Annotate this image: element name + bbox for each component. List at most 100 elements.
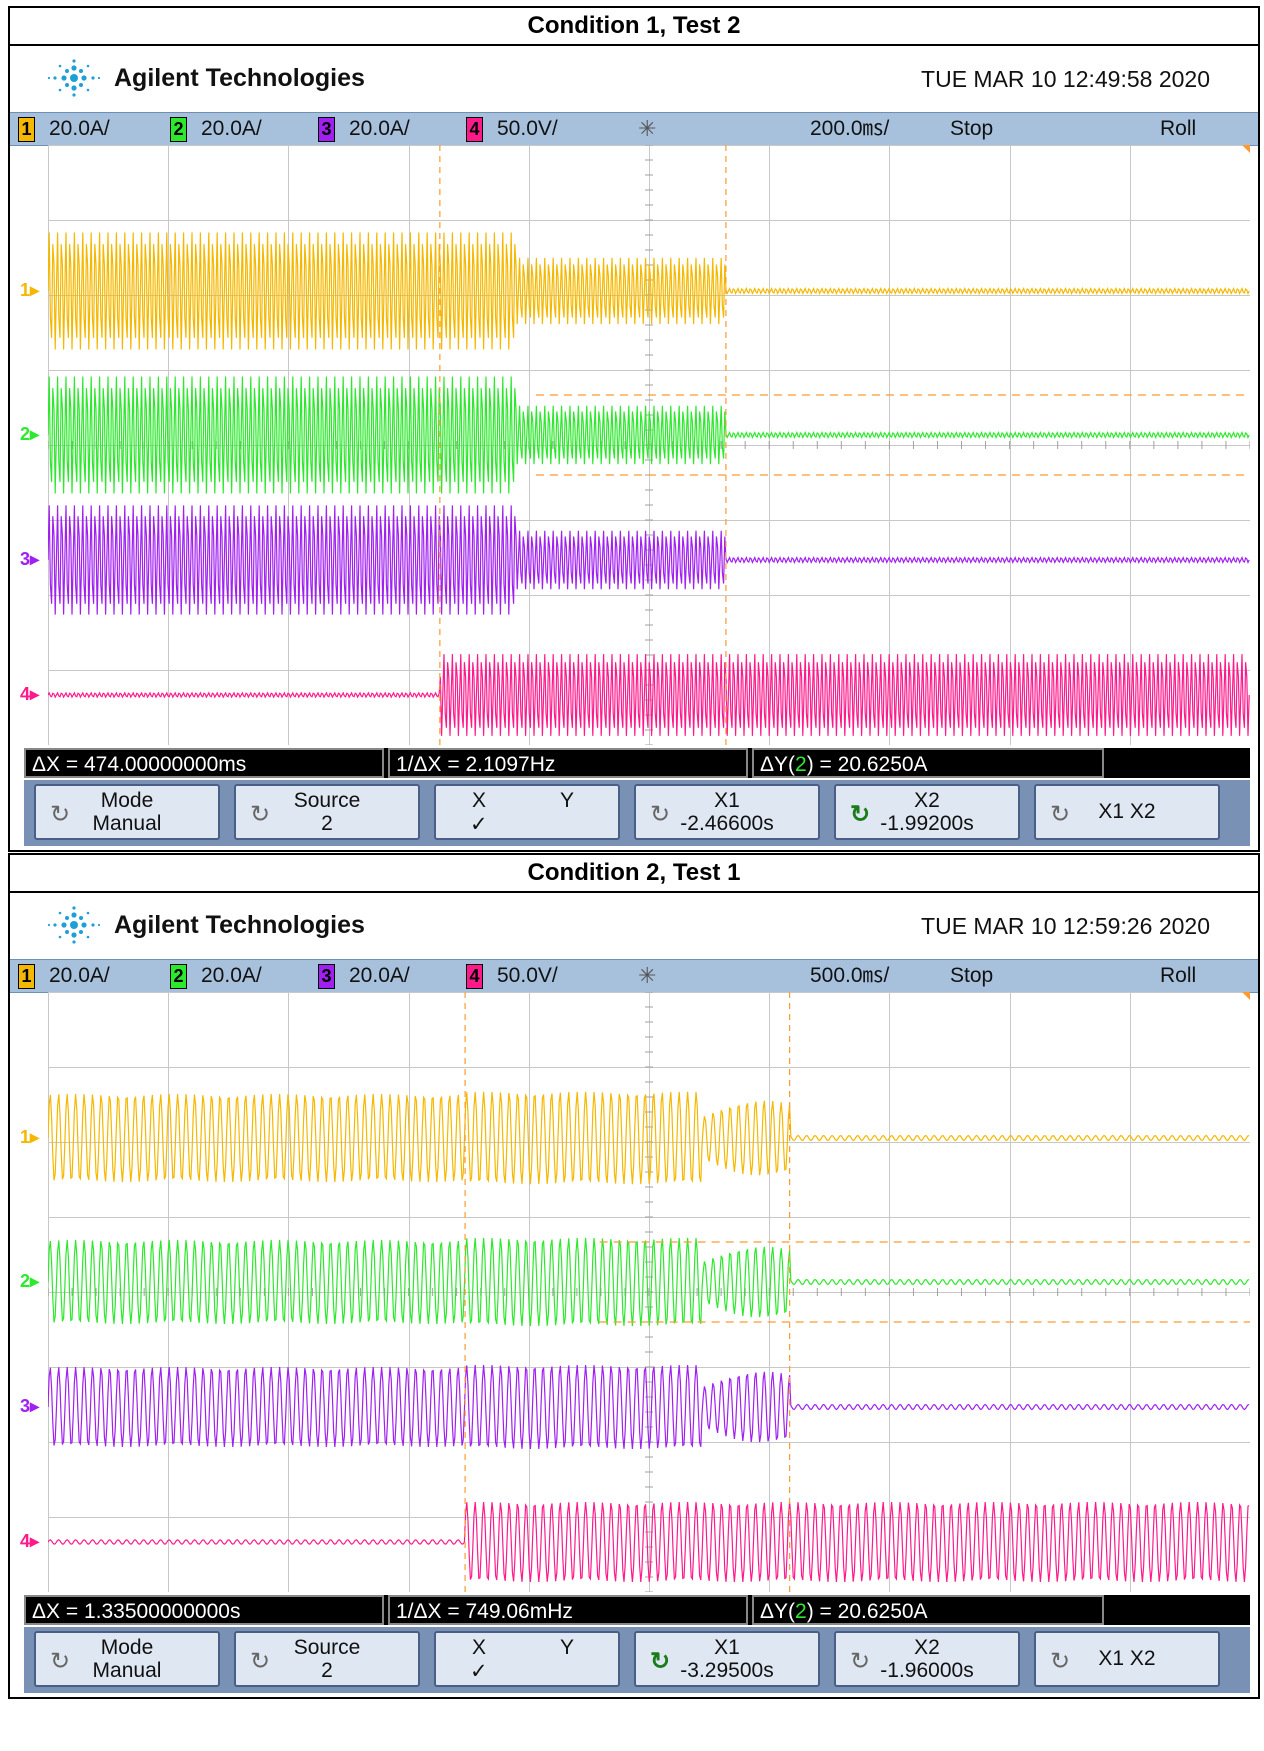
- scope-panel: Condition 1, Test 2 Agilent Technologies T…: [8, 6, 1260, 852]
- softkey-value: 2: [321, 812, 333, 835]
- softkey-label: Source: [293, 789, 361, 812]
- channel-2-scale[interactable]: 2 20.0A/: [170, 962, 262, 990]
- source-softkey[interactable]: ↻ Source 2: [234, 1631, 420, 1687]
- channel-number-badge: 3: [318, 963, 335, 989]
- softkey-value: -1.96000s: [880, 1659, 974, 1682]
- channel-number-badge: 4: [466, 116, 483, 142]
- softkey-bar: ↻ Mode Manual ↻ Source 2 X Y ✓ ↻ X1 -3.29500s ↻ X2 -1.…: [24, 1627, 1250, 1693]
- agilent-spark-icon: [44, 56, 104, 100]
- cursor-measurement-bar: ΔX = 474.00000000ms 1/ΔX = 2.1097Hz ΔY(2) …: [24, 748, 1250, 778]
- channel-2-trace: [48, 376, 1250, 494]
- channel-4-ground-marker[interactable]: 4▸: [20, 1531, 39, 1552]
- channel-3-ground-marker[interactable]: 3▸: [20, 549, 39, 570]
- mode-label: Roll: [1160, 117, 1197, 140]
- channel-4-scale[interactable]: 4 50.0V/: [466, 962, 558, 990]
- x2-softkey[interactable]: ↻ X2 -1.99200s: [834, 784, 1020, 840]
- delta-y-value: ) = 20.6250A: [806, 753, 928, 776]
- brand-bar: Agilent Technologies TUE MAR 10 12:49:58 …: [10, 46, 1258, 112]
- x2-softkey[interactable]: ↻ X2 -1.96000s: [834, 1631, 1020, 1687]
- channel-1-ground-marker[interactable]: 1▸: [20, 1127, 39, 1148]
- softkey-value: Manual: [92, 1659, 162, 1682]
- softkey-label: X1: [714, 789, 740, 812]
- channel-number-badge: 1: [18, 963, 35, 989]
- delta-y-channel: 2: [795, 753, 807, 776]
- brand-name: Agilent Technologies: [114, 911, 365, 939]
- channel-number-badge: 2: [170, 116, 187, 142]
- channel-number-badge: 1: [18, 116, 35, 142]
- channel-4-scale[interactable]: 4 50.0V/: [466, 115, 558, 143]
- softkey-label: X2: [914, 789, 940, 812]
- channel-scale-label: 20.0A/: [349, 117, 410, 140]
- inverse-delta-x-readout: 1/ΔX = 749.06mHz: [388, 1595, 748, 1625]
- trigger-marker-icon: [1242, 992, 1250, 1000]
- channel-scale-label: 50.0V/: [497, 964, 558, 987]
- x1-x2-softkey[interactable]: ↻ X1 X2: [1034, 784, 1220, 840]
- xy-softkey[interactable]: X Y ✓: [434, 1631, 620, 1687]
- waveform-svg: [48, 145, 1250, 745]
- channel-scale-label: 50.0V/: [497, 117, 558, 140]
- x1-softkey[interactable]: ↻ X1 -2.46600s: [634, 784, 820, 840]
- panel-title: Condition 1, Test 2: [10, 8, 1258, 46]
- source-softkey[interactable]: ↻ Source 2: [234, 784, 420, 840]
- waveform-display[interactable]: 1▸ 2▸ 3▸ 4▸: [20, 145, 1250, 745]
- softkey-label: X2: [914, 1636, 940, 1659]
- delta-y-readout: ΔY(2) = 20.6250A: [752, 748, 1104, 778]
- waveform-display[interactable]: 1▸ 2▸ 3▸ 4▸: [20, 992, 1250, 1592]
- delta-y-prefix: ΔY(: [760, 753, 796, 776]
- x1-softkey[interactable]: ↻ X1 -3.29500s: [634, 1631, 820, 1687]
- channel-scale-label: 20.0A/: [201, 117, 262, 140]
- waveform-svg: [48, 992, 1250, 1592]
- softkey-value: -3.29500s: [680, 1659, 774, 1682]
- mode-softkey[interactable]: ↻ Mode Manual: [34, 1631, 220, 1687]
- delta-y-channel: 2: [795, 1600, 807, 1623]
- channel-1-scale[interactable]: 1 20.0A/: [18, 115, 110, 143]
- softkey-value: -1.99200s: [880, 812, 974, 835]
- agilent-spark-icon: [44, 903, 104, 947]
- channel-3-trace: [48, 505, 1250, 615]
- channel-3-trace: [48, 1364, 1250, 1450]
- channel-scale-label: 20.0A/: [49, 117, 110, 140]
- delta-y-value: ) = 20.6250A: [806, 1600, 928, 1623]
- timebase-scale[interactable]: 500.0㎳/: [810, 962, 889, 990]
- mode-label: Roll: [1160, 964, 1197, 987]
- delta-y-prefix: ΔY(: [760, 1600, 796, 1623]
- softkey-bar: ↻ Mode Manual ↻ Source 2 X Y ✓ ↻ X1 -2.46600s ↻ X2 -1.…: [24, 780, 1250, 846]
- channel-scale-label: 20.0A/: [49, 964, 110, 987]
- checkmark-icon: ✓: [470, 813, 488, 836]
- channel-1-ground-marker[interactable]: 1▸: [20, 280, 39, 301]
- delta-x-readout: ΔX = 1.33500000000s: [24, 1595, 384, 1625]
- x1-x2-softkey[interactable]: ↻ X1 X2: [1034, 1631, 1220, 1687]
- mode-softkey[interactable]: ↻ Mode Manual: [34, 784, 220, 840]
- timebase-scale[interactable]: 200.0㎳/: [810, 115, 889, 143]
- panel-title: Condition 2, Test 1: [10, 855, 1258, 893]
- channel-number-badge: 3: [318, 116, 335, 142]
- softkey-label: Mode: [100, 1636, 154, 1659]
- softkey-y-label: Y: [560, 1636, 575, 1659]
- softkey-value: 2: [321, 1659, 333, 1682]
- channel-1-scale[interactable]: 1 20.0A/: [18, 962, 110, 990]
- channel-3-scale[interactable]: 3 20.0A/: [318, 115, 410, 143]
- brand-bar: Agilent Technologies TUE MAR 10 12:59:26 …: [10, 893, 1258, 959]
- trigger-marker-icon: [1242, 145, 1250, 153]
- channel-3-scale[interactable]: 3 20.0A/: [318, 962, 410, 990]
- scope-panel: Condition 2, Test 1 Agilent Technologies T…: [8, 853, 1260, 1699]
- softkey-value: Manual: [92, 812, 162, 835]
- oscilloscope-screen: Agilent Technologies TUE MAR 10 12:49:58 …: [10, 46, 1258, 850]
- channel-2-ground-marker[interactable]: 2▸: [20, 1271, 39, 1292]
- channel-status-bar: 1 20.0A/2 20.0A/3 20.0A/4 50.0V/ ✳ 200.0㎳/ Stop…: [10, 112, 1258, 146]
- channel-status-bar: 1 20.0A/2 20.0A/3 20.0A/4 50.0V/ ✳ 500.0㎳/ Stop…: [10, 959, 1258, 993]
- channel-2-scale[interactable]: 2 20.0A/: [170, 115, 262, 143]
- delta-y-readout: ΔY(2) = 20.6250A: [752, 1595, 1104, 1625]
- run-state[interactable]: Stop: [950, 115, 993, 143]
- run-state[interactable]: Stop: [950, 962, 993, 990]
- delta-x-readout: ΔX = 474.00000000ms: [24, 748, 384, 778]
- oscilloscope-screen: Agilent Technologies TUE MAR 10 12:59:26 …: [10, 893, 1258, 1697]
- channel-4-ground-marker[interactable]: 4▸: [20, 684, 39, 705]
- channel-2-ground-marker[interactable]: 2▸: [20, 424, 39, 445]
- xy-softkey[interactable]: X Y ✓: [434, 784, 620, 840]
- timestamp: TUE MAR 10 12:59:26 2020: [921, 913, 1210, 939]
- channel-3-ground-marker[interactable]: 3▸: [20, 1396, 39, 1417]
- checkmark-icon: ✓: [470, 1660, 488, 1683]
- softkey-x-label: X: [472, 1636, 487, 1659]
- softkey-label: X1 X2: [1098, 800, 1156, 823]
